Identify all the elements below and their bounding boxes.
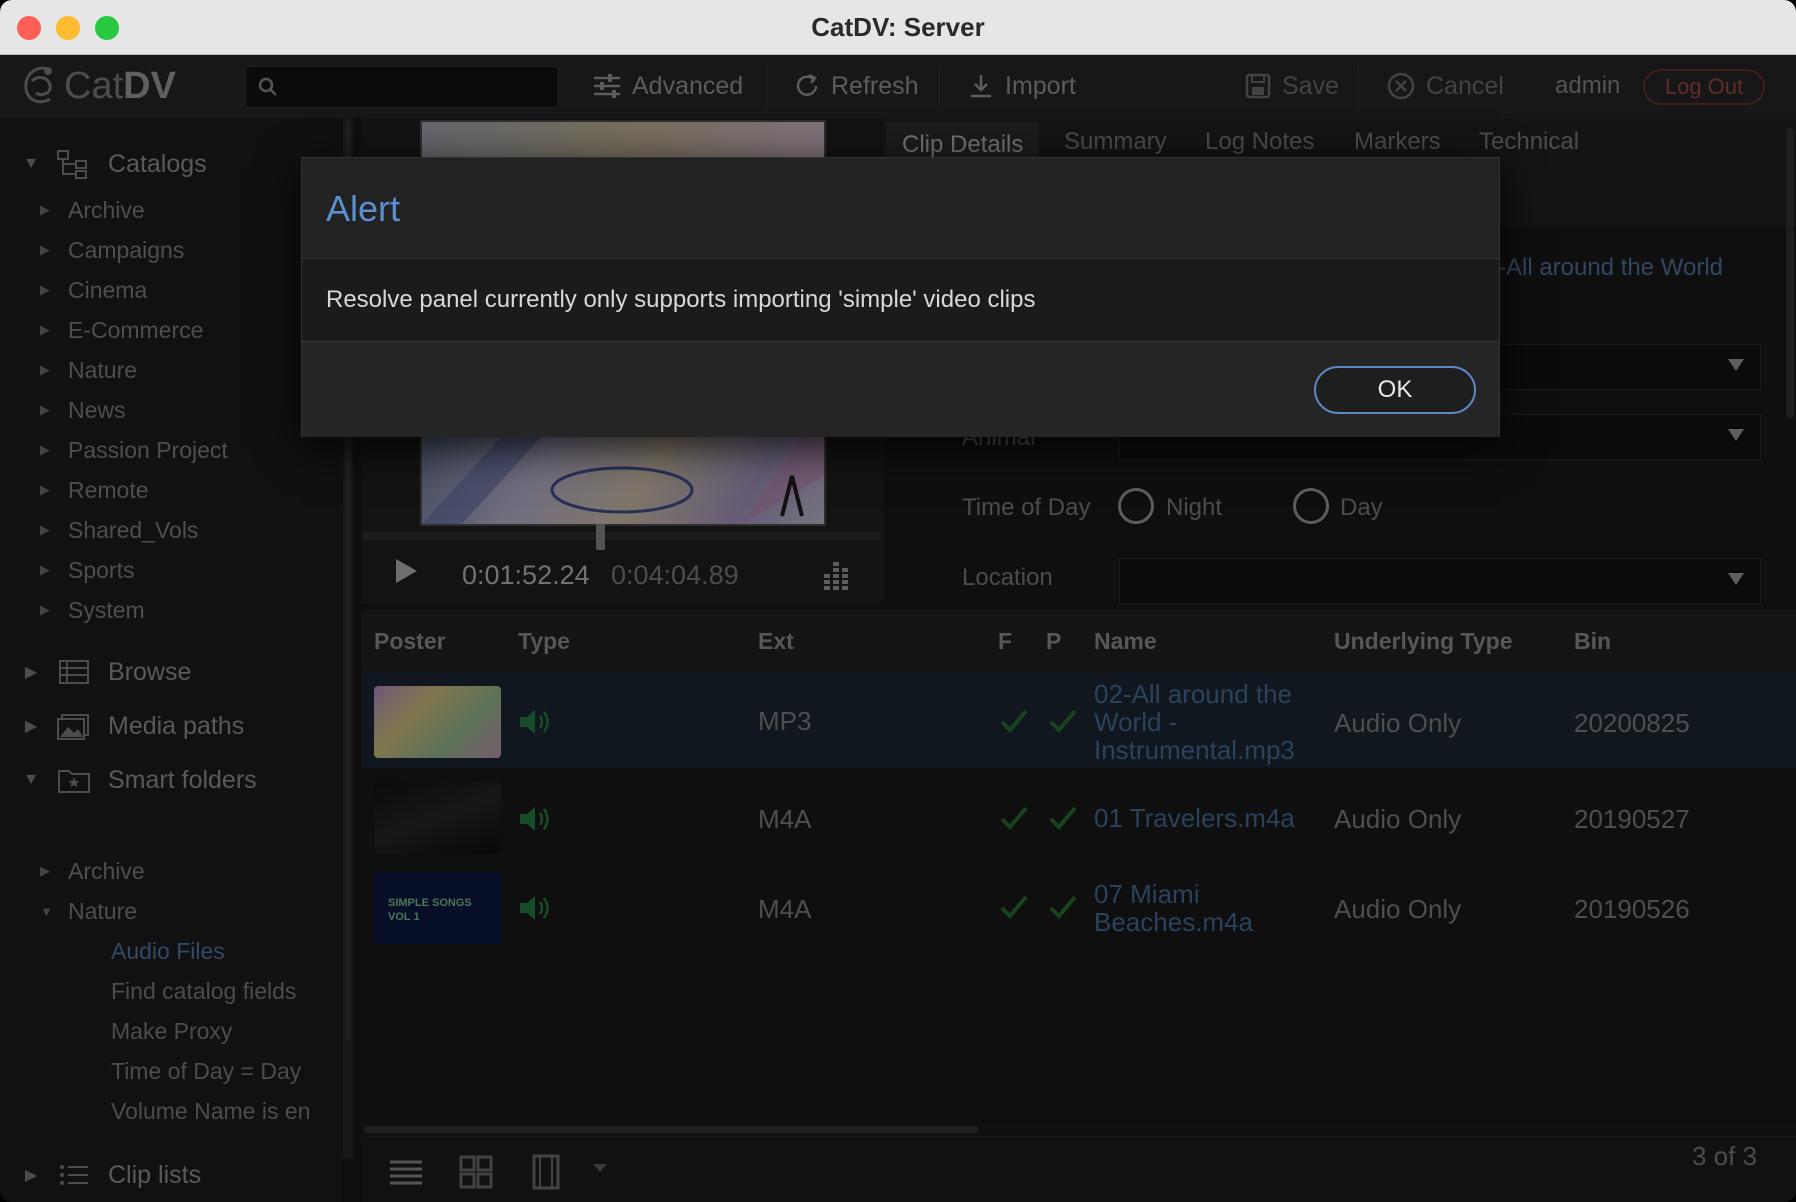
dialog-header: Alert xyxy=(302,158,1499,259)
dialog-title: Alert xyxy=(326,188,401,229)
ok-button[interactable]: OK xyxy=(1314,366,1476,414)
dialog-message: Resolve panel currently only supports im… xyxy=(326,286,1036,313)
window-title: CatDV: Server xyxy=(811,12,985,42)
title-bar: CatDV: Server xyxy=(0,0,1796,55)
app-window: CatDV: Server CatDV Advanced Refresh Imp… xyxy=(0,0,1796,1202)
alert-dialog: Alert Resolve panel currently only suppo… xyxy=(301,157,1500,437)
